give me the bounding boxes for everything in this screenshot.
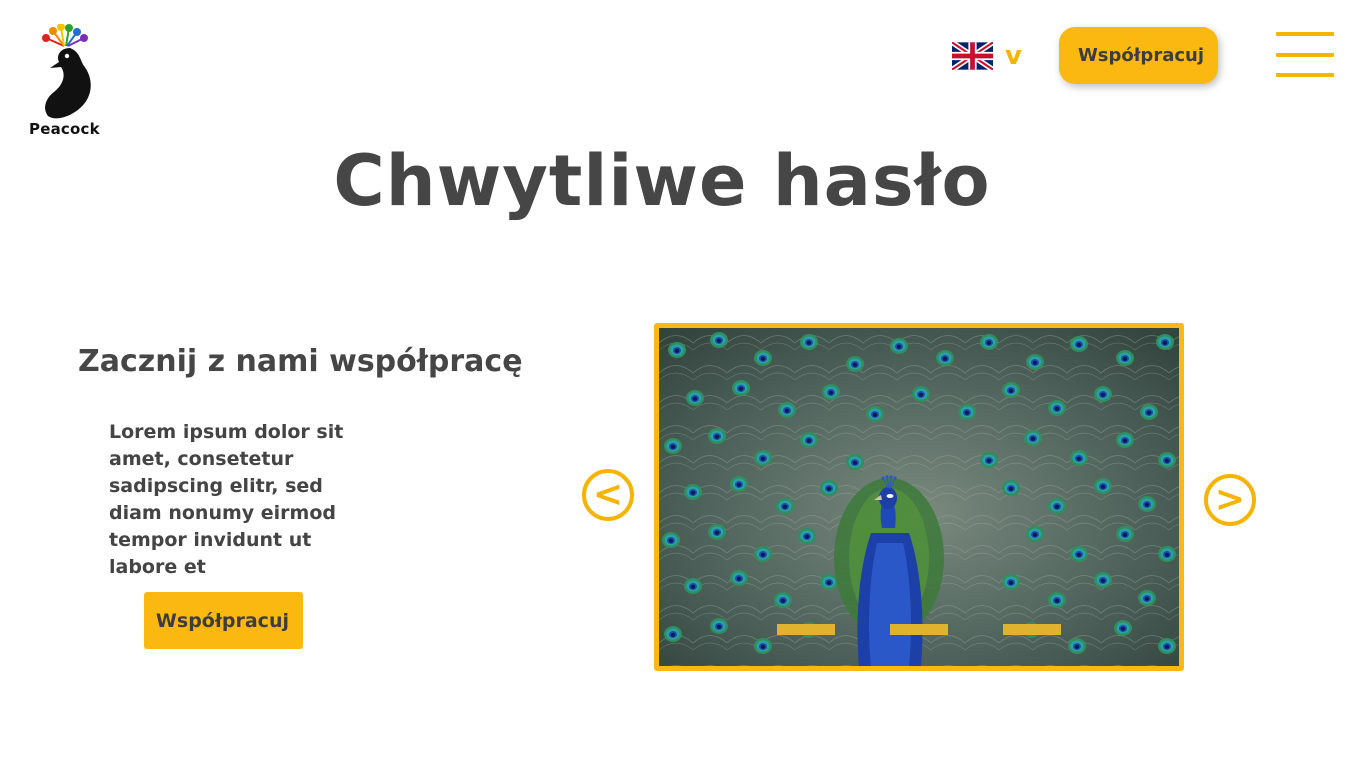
carousel-indicator[interactable]	[890, 624, 948, 635]
hamburger-line	[1276, 73, 1334, 77]
carousel-prev-button[interactable]: <	[582, 469, 634, 521]
chevron-left-icon: <	[592, 474, 624, 515]
peacock-photo	[659, 328, 1179, 666]
chevron-right-icon: >	[1214, 479, 1246, 520]
language-selector[interactable]: v	[952, 42, 1022, 70]
cooperate-button-main[interactable]: Współpracuj	[144, 592, 303, 649]
carousel-indicator[interactable]	[777, 624, 835, 635]
page: Peacock v Współpracuj Chwytliwe hasło Za…	[0, 0, 1366, 768]
uk-flag-icon	[952, 42, 993, 70]
cooperate-button-header[interactable]: Współpracuj	[1059, 27, 1218, 84]
hamburger-line	[1276, 32, 1334, 36]
hamburger-menu-icon[interactable]	[1276, 32, 1334, 78]
carousel-indicators	[659, 624, 1179, 636]
page-headline: Chwytliwe hasło	[333, 140, 991, 222]
hamburger-line	[1276, 53, 1334, 57]
carousel-next-button[interactable]: >	[1204, 474, 1256, 526]
carousel-indicator[interactable]	[1003, 624, 1061, 635]
peacock-logo[interactable]: Peacock	[26, 24, 106, 140]
brand-name: Peacock	[29, 120, 100, 138]
carousel-slide	[654, 323, 1184, 671]
section-title: Zacznij z nami współpracę	[78, 344, 523, 379]
chevron-down-icon[interactable]: v	[1005, 42, 1022, 70]
peacock-logo-icon	[42, 24, 91, 119]
section-body-text: Lorem ipsum dolor sit amet, consetetur s…	[109, 421, 344, 578]
